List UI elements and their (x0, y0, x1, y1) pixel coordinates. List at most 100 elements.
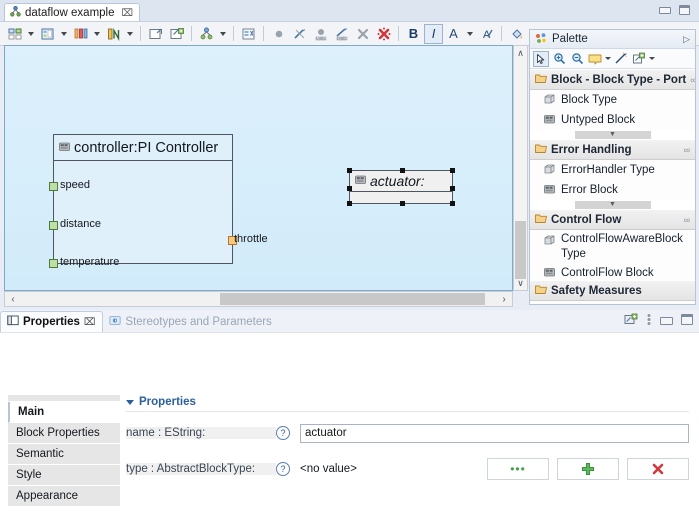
pin-icon[interactable]: ∞ (684, 215, 690, 225)
note-icon[interactable] (587, 51, 603, 67)
untyped-block-icon (543, 113, 556, 128)
new-view-icon[interactable] (624, 313, 638, 329)
hide-connection-icon[interactable] (289, 24, 310, 44)
palette-header[interactable]: Palette ▷ (530, 30, 695, 49)
scroll-left-icon[interactable]: ‹ (5, 294, 21, 305)
canvas-horizontal-scrollbar[interactable]: ‹ › (4, 291, 513, 307)
collapse-triangle-icon[interactable] (126, 399, 134, 405)
bold-button[interactable]: B (403, 24, 424, 44)
block-dropdown-icon[interactable] (28, 31, 34, 36)
side-tab-semantic[interactable]: Semantic (8, 444, 120, 465)
block-instance-icon[interactable] (37, 24, 58, 44)
port-icon[interactable] (70, 24, 91, 44)
connection-icon[interactable] (103, 24, 124, 44)
port-distance[interactable] (49, 221, 58, 230)
side-tab-main[interactable]: Main (8, 402, 120, 423)
help-icon[interactable]: ? (276, 426, 290, 440)
palette-item-controlflowawareblock-type[interactable]: ControlFlowAwareBlock Type (530, 230, 695, 266)
maximize-button[interactable] (678, 4, 691, 16)
side-tab-block-properties[interactable]: Block Properties (8, 423, 120, 444)
dot-icon[interactable] (268, 24, 289, 44)
scroll-right-icon[interactable]: › (496, 294, 512, 305)
browse-button[interactable]: ••• (487, 458, 549, 480)
close-icon[interactable]: ⌧ (84, 317, 96, 328)
link-icon[interactable] (631, 51, 647, 67)
zoom-in-icon[interactable] (551, 51, 567, 67)
font-style-icon[interactable]: A (476, 24, 497, 44)
open-diagram-icon[interactable] (145, 24, 166, 44)
scroll-up-icon[interactable]: ∧ (514, 46, 527, 60)
add-button[interactable] (557, 458, 619, 480)
minimize-button[interactable] (658, 4, 671, 16)
selection-handle[interactable] (450, 186, 455, 191)
font-color-dropdown-icon[interactable] (467, 31, 473, 36)
selection-handle[interactable] (347, 186, 352, 191)
horizontal-scroll-thumb[interactable] (220, 293, 485, 305)
port-speed[interactable] (49, 182, 58, 191)
layout-dropdown-icon[interactable] (220, 31, 226, 36)
selection-handle[interactable] (450, 168, 455, 173)
svg-text:LABEL: LABEL (337, 36, 347, 40)
show-label-icon[interactable]: LABEL (310, 24, 331, 44)
palette-drawer-error-handling[interactable]: Error Handling ∞ (530, 139, 695, 160)
view-icon[interactable] (238, 24, 259, 44)
palette-item-errorhandler-type[interactable]: ErrorHandler Type (530, 160, 695, 180)
canvas-vertical-scrollbar[interactable]: ∧ ∨ (513, 45, 528, 291)
view-menu-icon[interactable] (646, 313, 652, 329)
selection-handle[interactable] (347, 168, 352, 173)
form-section-header[interactable]: Properties (126, 393, 689, 412)
close-icon[interactable]: ⌧ (122, 8, 134, 19)
selection-handle[interactable] (400, 168, 405, 173)
delete-all-icon[interactable] (373, 24, 394, 44)
delete-button[interactable] (627, 458, 689, 480)
arrow-icon[interactable] (533, 50, 549, 67)
scroll-down-icon[interactable]: ∨ (514, 276, 527, 290)
tab-stereotypes-and-parameters[interactable]: Stereotypes and Parameters (103, 312, 278, 332)
hide-label-icon[interactable]: LABEL (331, 24, 352, 44)
help-icon[interactable]: ? (276, 462, 290, 476)
pin-icon[interactable]: ∞ (684, 145, 690, 155)
properties-side-tabs: Main Block Properties Semantic Style App… (8, 395, 120, 507)
connection-dropdown-icon[interactable] (127, 31, 133, 36)
fill-color-icon[interactable] (506, 24, 527, 44)
palette-drawer-control-flow[interactable]: Control Flow ∞ (530, 209, 695, 230)
palette-drawer-safety-measures[interactable]: Safety Measures (530, 280, 695, 301)
new-diagram-icon[interactable] (166, 24, 187, 44)
vertical-scroll-thumb[interactable] (515, 221, 526, 279)
zoom-out-icon[interactable] (569, 51, 585, 67)
selection-handle[interactable] (450, 201, 455, 206)
selection-handle[interactable] (400, 201, 405, 206)
font-color-button[interactable]: A (443, 24, 464, 44)
port-temperature[interactable] (49, 259, 58, 268)
palette-collapse-icon[interactable]: ▷ (683, 34, 690, 45)
diagram-canvas[interactable]: controller:PI Controller speed distance … (4, 45, 513, 291)
block-icon[interactable] (4, 24, 25, 44)
delete-icon[interactable] (352, 24, 373, 44)
block-instance-dropdown-icon[interactable] (61, 31, 67, 36)
link-dropdown-icon[interactable] (649, 57, 655, 60)
tab-properties[interactable]: Properties ⌧ (0, 311, 104, 332)
note-dropdown-icon[interactable] (605, 57, 611, 60)
maximize-icon[interactable] (681, 314, 693, 328)
palette-drawer-block-block-type-port[interactable]: Block - Block Type - Port ∞ (530, 69, 695, 90)
palette-item-error-block[interactable]: Error Block (530, 180, 695, 200)
toolbar-separator (233, 26, 234, 41)
block-actuator[interactable]: actuator: (347, 168, 455, 206)
palette-scroll-more[interactable]: ▼ (530, 200, 695, 209)
block-controller[interactable]: controller:PI Controller speed distance … (49, 134, 268, 268)
editor-tab-dataflow-example[interactable]: dataflow example ⌧ (4, 3, 141, 22)
palette-item-controlflow-block[interactable]: ControlFlow Block (530, 266, 695, 280)
palette-scroll-more[interactable]: ▼ (530, 130, 695, 139)
italic-button[interactable]: I (424, 23, 443, 44)
pin-icon[interactable]: ∞ (690, 75, 695, 85)
connection-line-icon[interactable] (613, 51, 629, 67)
palette-item-untyped-block[interactable]: Untyped Block (530, 110, 695, 130)
port-dropdown-icon[interactable] (94, 31, 100, 36)
minimize-icon[interactable] (660, 314, 673, 328)
selection-handle[interactable] (347, 201, 352, 206)
layout-icon[interactable] (196, 24, 217, 44)
palette-item-block-type[interactable]: Block Type (530, 90, 695, 110)
side-tab-appearance[interactable]: Appearance (8, 486, 120, 507)
side-tab-style[interactable]: Style (8, 465, 120, 486)
name-input[interactable] (300, 423, 689, 443)
